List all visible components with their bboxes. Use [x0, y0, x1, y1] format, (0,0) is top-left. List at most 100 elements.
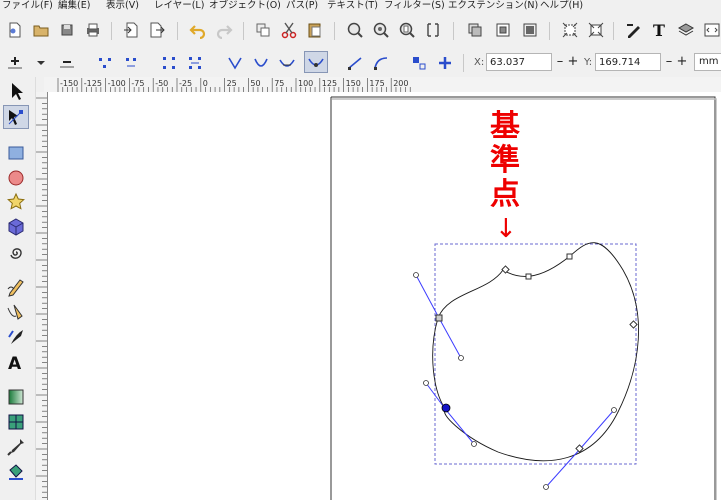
path-node-reference[interactable]: [501, 265, 510, 274]
handle-point[interactable]: [471, 441, 477, 447]
segment-line-icon[interactable]: [346, 54, 364, 72]
ellipse-icon[interactable]: [6, 168, 26, 188]
vertical-ruler[interactable]: [35, 92, 48, 500]
unclone-icon[interactable]: [561, 21, 579, 39]
ruler-label: -50: [155, 79, 168, 88]
handle-point[interactable]: [458, 355, 464, 361]
y-coordinate-label: Y:: [584, 57, 593, 68]
unit-selector[interactable]: mm: [694, 53, 721, 71]
save-document-icon[interactable]: [58, 21, 76, 39]
ruler-label: 100: [298, 79, 313, 88]
break-path-icon[interactable]: [122, 54, 140, 72]
menu-file[interactable]: ファイル(F): [2, 0, 53, 13]
handle-point[interactable]: [611, 407, 617, 413]
node-smooth-icon[interactable]: [252, 54, 270, 72]
drawing-canvas[interactable]: 基 準 点 ↓: [48, 92, 721, 500]
redo-icon[interactable]: [215, 21, 233, 39]
menu-view[interactable]: 表示(V): [106, 0, 139, 13]
stroke-to-path-icon[interactable]: [436, 54, 454, 72]
text-tool-icon[interactable]: A: [6, 352, 26, 372]
toolbox: A: [0, 77, 36, 500]
handle-point[interactable]: [413, 272, 419, 278]
menu-text[interactable]: テキスト(T): [327, 0, 378, 13]
node-auto-smooth-icon[interactable]: [304, 51, 328, 73]
export-icon[interactable]: [148, 21, 166, 39]
join-nodes-icon[interactable]: [96, 54, 114, 72]
ruler-label: 75: [274, 79, 284, 88]
insert-node-icon[interactable]: [6, 54, 24, 72]
menu-edit[interactable]: 編集(E): [58, 0, 90, 13]
paste-icon[interactable]: [306, 21, 324, 39]
edited-path[interactable]: [432, 242, 640, 462]
path-node[interactable]: [629, 320, 638, 329]
zoom-fit-icon[interactable]: [424, 21, 442, 39]
dropper-icon[interactable]: [6, 437, 26, 457]
dropdown-arrow-icon[interactable]: [32, 54, 50, 72]
menu-help[interactable]: ヘルプ(H): [540, 0, 583, 13]
x-decrement-button[interactable]: –: [554, 53, 566, 71]
menu-layer[interactable]: レイヤー(L): [154, 0, 204, 13]
selected-path-node[interactable]: [441, 403, 451, 413]
group-icon[interactable]: [466, 21, 484, 39]
svg-text:T: T: [653, 21, 665, 39]
xml-editor-icon[interactable]: [703, 21, 721, 39]
cut-icon[interactable]: [280, 21, 298, 39]
align-icon[interactable]: [587, 21, 605, 39]
toolbar-separator: [453, 22, 454, 40]
print-icon[interactable]: [84, 21, 102, 39]
text-font-icon[interactable]: T: [651, 21, 669, 39]
paint-bucket-icon[interactable]: [6, 462, 26, 482]
node-editor-icon[interactable]: [3, 105, 29, 129]
pencil-icon[interactable]: [6, 277, 26, 297]
ruler-label: 0: [203, 79, 208, 88]
gradient-icon[interactable]: [6, 387, 26, 407]
x-coordinate-field[interactable]: [486, 53, 552, 71]
path-node[interactable]: [525, 273, 532, 280]
join-segment-icon[interactable]: [160, 54, 178, 72]
toolbar-separator: [177, 22, 178, 40]
menu-object[interactable]: オブジェクト(O): [209, 0, 281, 13]
object-to-path-icon[interactable]: [410, 54, 428, 72]
star-icon[interactable]: [6, 192, 26, 212]
duplicate-icon[interactable]: [254, 21, 272, 39]
menu-filters[interactable]: フィルター(S): [384, 0, 445, 13]
ungroup-icon[interactable]: [494, 21, 512, 39]
calligraphy-icon[interactable]: [6, 327, 26, 347]
delete-segment-icon[interactable]: [186, 54, 204, 72]
toolbar-separator: [549, 22, 550, 40]
selector-arrow-icon[interactable]: [6, 81, 26, 101]
spiral-icon[interactable]: [6, 242, 26, 262]
fill-stroke-icon[interactable]: [625, 21, 643, 39]
open-document-icon[interactable]: [32, 21, 50, 39]
vertical-ruler-ticks: [36, 97, 47, 498]
segment-curve-icon[interactable]: [372, 54, 390, 72]
node-cusp-icon[interactable]: [226, 54, 244, 72]
undo-icon[interactable]: [189, 21, 207, 39]
ruler-label: 150: [346, 79, 361, 88]
box-3d-icon[interactable]: [6, 217, 26, 237]
node-symmetric-icon[interactable]: [278, 54, 296, 72]
rectangle-icon[interactable]: [6, 143, 26, 163]
import-icon[interactable]: [122, 21, 140, 39]
clone-icon[interactable]: [521, 21, 539, 39]
zoom-drawing-icon[interactable]: [372, 21, 390, 39]
delete-node-icon[interactable]: [58, 54, 76, 72]
y-increment-button[interactable]: +: [676, 53, 688, 71]
path-node[interactable]: [566, 253, 573, 260]
handle-point[interactable]: [423, 380, 429, 386]
y-decrement-button[interactable]: –: [663, 53, 675, 71]
zoom-selection-icon[interactable]: [346, 21, 364, 39]
x-increment-button[interactable]: +: [567, 53, 579, 71]
horizontal-ruler[interactable]: -150 -125 -100 -75 -50 -25 0 25 50 75 100 125 150 175…: [44, 77, 721, 93]
zoom-page-icon[interactable]: [398, 21, 416, 39]
mesh-icon[interactable]: [6, 412, 26, 432]
new-document-icon[interactable]: [6, 21, 24, 39]
y-coordinate-field[interactable]: [595, 53, 661, 71]
layers-icon[interactable]: [677, 21, 695, 39]
pen-bezier-icon[interactable]: [6, 302, 26, 322]
menu-path[interactable]: パス(P): [286, 0, 318, 13]
ruler-label: 200: [393, 79, 408, 88]
menu-extensions[interactable]: エクステンション(N): [448, 0, 538, 13]
handle-point[interactable]: [543, 484, 549, 490]
path-node[interactable]: [435, 314, 443, 322]
